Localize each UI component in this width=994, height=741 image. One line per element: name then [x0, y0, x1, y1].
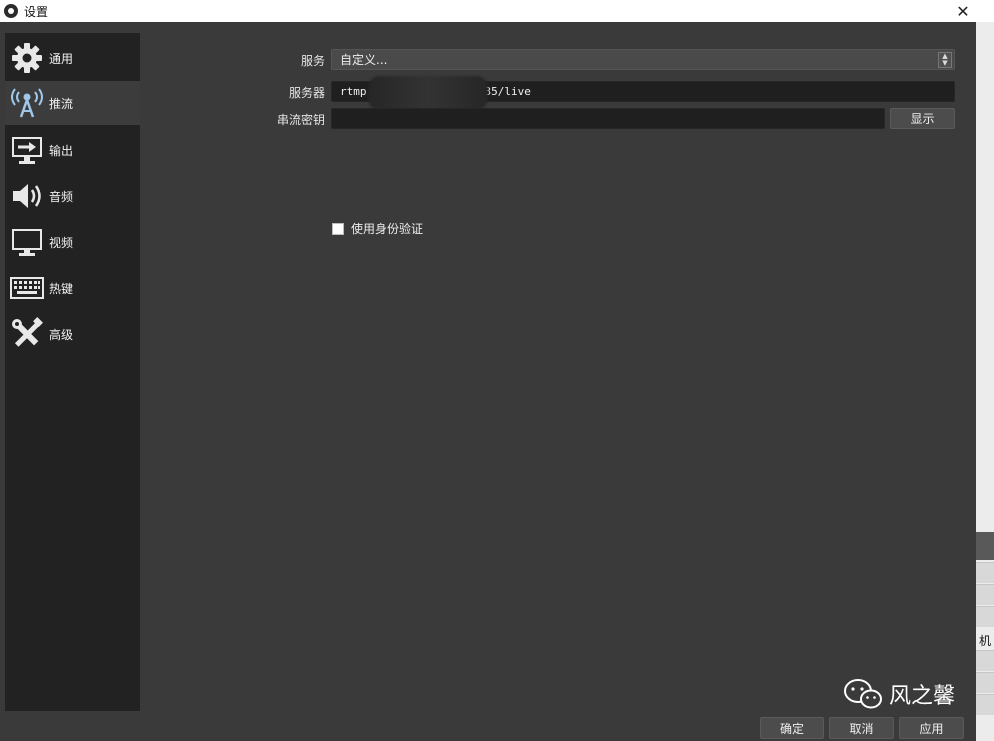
sidebar-item-label: 高级	[49, 327, 74, 342]
show-key-button[interactable]: 显示	[890, 108, 955, 129]
redaction-blur	[368, 76, 488, 110]
service-label: 服务	[300, 54, 325, 68]
speaker-icon	[8, 179, 46, 213]
sidebar-item-label: 通用	[49, 51, 74, 66]
server-label: 服务器	[288, 86, 325, 100]
sidebar-item-advanced[interactable]: 高级	[5, 312, 140, 356]
keyboard-icon	[8, 271, 46, 305]
sidebar-item-label: 输出	[49, 143, 74, 158]
auth-checkbox-label: 使用身份验证	[351, 222, 424, 236]
sidebar-item-label: 推流	[49, 96, 74, 111]
sidebar-item-label: 音频	[49, 189, 74, 204]
server-value-end: 35/live	[484, 85, 531, 98]
output-monitor-icon	[8, 133, 46, 167]
sidebar-item-general[interactable]: 通用	[5, 36, 140, 80]
server-value-start: rtmp	[340, 85, 367, 98]
broadcast-antenna-icon	[8, 86, 46, 120]
window-title: 设置	[24, 4, 49, 19]
settings-sidebar: 通用 推流 输出 音频 视频 热键 高级	[5, 33, 140, 711]
sidebar-item-audio[interactable]: 音频	[5, 174, 140, 218]
sidebar-item-label: 热键	[49, 281, 74, 296]
service-select[interactable]: 自定义... ▲ ▼	[331, 49, 955, 70]
auth-checkbox-row[interactable]: 使用身份验证	[332, 220, 423, 237]
sidebar-item-output[interactable]: 输出	[5, 128, 140, 172]
background-text: 机	[978, 634, 991, 648]
wechat-watermark: 风之馨	[843, 678, 955, 710]
wechat-icon	[844, 679, 882, 709]
service-value: 自定义...	[340, 53, 388, 67]
sidebar-item-hotkeys[interactable]: 热键	[5, 266, 140, 310]
stream-key-label: 串流密钥	[276, 113, 325, 127]
sidebar-item-video[interactable]: 视频	[5, 220, 140, 264]
background-window-edge: 机	[976, 22, 994, 741]
ok-button[interactable]: 确定	[760, 717, 824, 739]
watermark-text: 风之馨	[889, 684, 956, 709]
stream-key-input[interactable]	[331, 108, 885, 129]
close-button[interactable]: ✕	[948, 0, 978, 22]
title-bar: 设置 ✕	[0, 0, 994, 22]
gear-icon	[8, 41, 46, 75]
obs-logo-icon	[4, 4, 18, 18]
cancel-button[interactable]: 取消	[829, 717, 894, 739]
sidebar-item-stream[interactable]: 推流	[5, 81, 140, 125]
monitor-icon	[8, 225, 46, 259]
chevron-updown-icon: ▲ ▼	[938, 52, 952, 68]
auth-checkbox[interactable]	[332, 222, 344, 235]
apply-button[interactable]: 应用	[899, 717, 964, 739]
settings-dialog	[0, 22, 976, 741]
tools-icon	[8, 317, 46, 351]
sidebar-item-label: 视频	[49, 235, 74, 250]
